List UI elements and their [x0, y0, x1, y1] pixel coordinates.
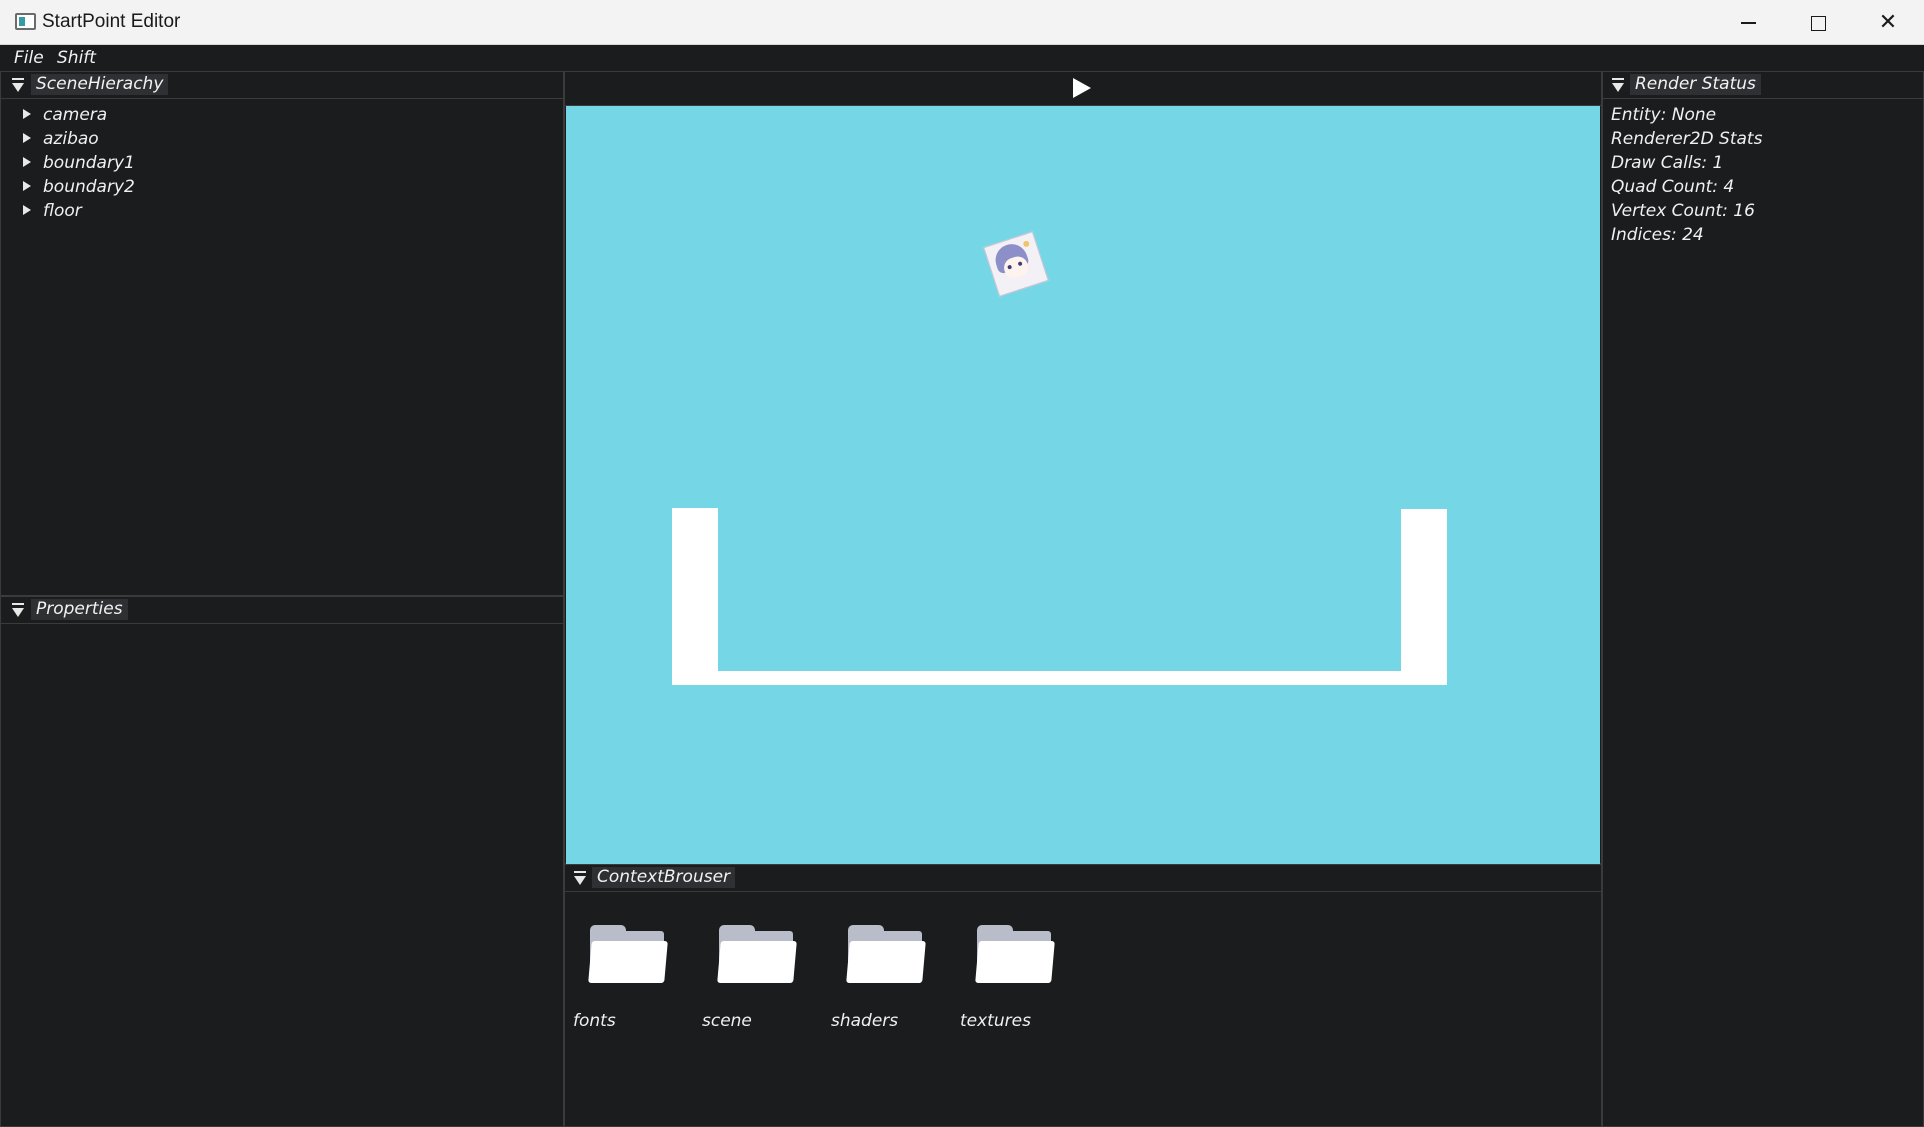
stat-entity: Entity: None [1611, 105, 1717, 125]
tree-item-floor[interactable]: floor [23, 201, 82, 223]
folder-icon[interactable] [974, 923, 1055, 987]
stat-draw-calls: Draw Calls: 1 [1611, 153, 1724, 173]
minimize-button[interactable] [1713, 0, 1783, 45]
tree-item-label: azibao [43, 129, 99, 149]
folder-icon[interactable] [716, 923, 797, 987]
boundary1-sprite [672, 508, 718, 685]
properties-panel: Properties [0, 596, 564, 1127]
window-title: StartPoint Editor [42, 11, 181, 32]
scene-hierarchy-panel: SceneHierachy camera azibao boundary1 bo… [0, 71, 564, 596]
stat-heading: Renderer2D Stats [1611, 129, 1763, 149]
folder-icon[interactable] [845, 923, 926, 987]
app-icon [15, 13, 36, 30]
collapse-arrow-icon[interactable] [1612, 83, 1624, 92]
boundary2-sprite [1401, 509, 1447, 685]
collapse-bar [1612, 78, 1624, 80]
tree-item-label: boundary1 [43, 153, 135, 173]
render-status-title: Render Status [1630, 74, 1761, 95]
folder-label-fonts[interactable]: fonts [573, 1011, 616, 1031]
toolbar [565, 72, 1601, 106]
tree-item-label: boundary2 [43, 177, 135, 197]
collapse-arrow-icon[interactable] [12, 83, 24, 92]
folder-icon[interactable] [587, 923, 668, 987]
close-icon: ✕ [1878, 10, 1898, 35]
context-browser-title: ContextBrouser [592, 867, 736, 888]
title-bar: StartPoint Editor ✕ [0, 0, 1924, 45]
menu-file[interactable]: File [14, 48, 44, 68]
render-status-panel: Render Status Entity: None Renderer2D St… [1602, 71, 1924, 1127]
tree-item-boundary1[interactable]: boundary1 [23, 153, 135, 175]
folder-label-textures[interactable]: textures [960, 1011, 1031, 1031]
collapse-arrow-icon[interactable] [574, 876, 586, 885]
render-status-header[interactable]: Render Status [1603, 72, 1923, 99]
stat-quad-count: Quad Count: 4 [1611, 177, 1735, 197]
expand-arrow-icon[interactable] [23, 181, 31, 191]
close-button[interactable]: ✕ [1853, 0, 1923, 45]
expand-arrow-icon[interactable] [23, 157, 31, 167]
floor-sprite [672, 671, 1447, 685]
collapse-bar [12, 78, 24, 80]
context-browser-panel: ContextBrouser fonts scene shaders textu… [564, 864, 1602, 1127]
stat-indices: Indices: 24 [1611, 225, 1704, 245]
tree-item-azibao[interactable]: azibao [23, 129, 99, 151]
collapse-bar [12, 603, 24, 605]
expand-arrow-icon[interactable] [23, 205, 31, 215]
menu-shift[interactable]: Shift [57, 48, 96, 68]
minimize-icon [1740, 22, 1756, 24]
scene-hierarchy-title: SceneHierachy [31, 74, 169, 95]
menu-bar: File Shift [0, 45, 1924, 71]
folder-label-shaders[interactable]: shaders [831, 1011, 898, 1031]
context-browser-header[interactable]: ContextBrouser [565, 865, 1601, 892]
stat-vertex-count: Vertex Count: 16 [1611, 201, 1755, 221]
collapse-arrow-icon[interactable] [12, 608, 24, 617]
azibao-sprite[interactable] [983, 231, 1049, 297]
viewport-panel [564, 71, 1602, 865]
collapse-bar [574, 871, 586, 873]
tree-item-camera[interactable]: camera [23, 105, 107, 127]
tree-item-boundary2[interactable]: boundary2 [23, 177, 135, 199]
tree-item-label: camera [43, 105, 108, 125]
scene-hierarchy-header[interactable]: SceneHierachy [1, 72, 563, 99]
play-icon[interactable] [1073, 78, 1091, 98]
properties-header[interactable]: Properties [1, 597, 563, 624]
properties-title: Properties [31, 599, 128, 620]
folder-label-scene[interactable]: scene [702, 1011, 752, 1031]
maximize-button[interactable] [1783, 0, 1853, 45]
expand-arrow-icon[interactable] [23, 109, 31, 119]
expand-arrow-icon[interactable] [23, 133, 31, 143]
scene-viewport[interactable] [566, 106, 1600, 865]
maximize-icon [1810, 15, 1826, 31]
tree-item-label: floor [43, 201, 82, 221]
